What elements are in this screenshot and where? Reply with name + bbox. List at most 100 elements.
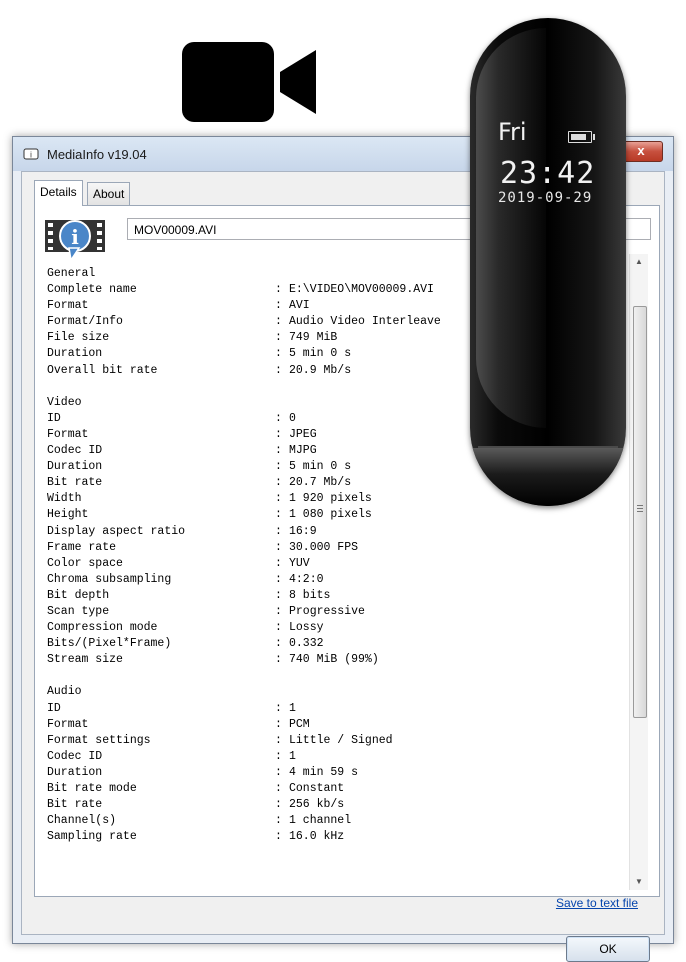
device-time-label: 23:42: [500, 156, 596, 191]
svg-text:i: i: [30, 151, 32, 160]
report-value: 740 MiB (99%): [289, 653, 379, 667]
report-row: Channel(s):1 channel: [47, 813, 619, 829]
report-value: 20.9 Mb/s: [289, 363, 352, 377]
report-separator: :: [275, 717, 282, 731]
report-value: 5 min 0 s: [289, 460, 352, 474]
scroll-down-arrow-icon[interactable]: ▼: [630, 874, 648, 890]
report-separator: :: [275, 782, 282, 795]
window-title: MediaInfo v19.04: [47, 147, 147, 162]
report-row: Frame rate:30.000 FPS: [47, 540, 619, 556]
report-key: Sampling rate: [47, 830, 137, 844]
report-row: Format settings: Little / Signed: [47, 733, 619, 749]
report-key: Overall bit rate: [47, 363, 158, 377]
report-separator: :: [275, 476, 282, 490]
report-value: 4:2:0: [289, 572, 324, 586]
report-value: MJPG: [289, 444, 317, 458]
report-key: Compression mode: [47, 621, 158, 635]
report-separator: :: [275, 798, 282, 812]
report-key: Bit rate: [47, 798, 103, 812]
report-separator: :: [275, 701, 282, 715]
report-separator: :: [275, 765, 282, 779]
report-row: ID:1: [47, 701, 619, 717]
vertical-scrollbar[interactable]: ▲ ▼: [629, 254, 648, 890]
report-key: Complete name: [47, 283, 137, 297]
voice-recorder-device: Fri 23:42 2019-09-29: [470, 18, 626, 506]
report-key: Duration: [47, 460, 103, 474]
report-separator: :: [275, 508, 282, 522]
report-value: 30.000 FPS: [289, 540, 359, 554]
report-value: 749 MiB: [289, 331, 338, 345]
report-separator: :: [275, 621, 282, 635]
report-value: JPEG: [289, 427, 317, 441]
report-key: Width: [47, 492, 82, 506]
report-key: Height: [47, 508, 89, 522]
report-key: Stream size: [47, 653, 123, 667]
report-key: Frame rate: [47, 540, 117, 554]
device-date-label: 2019-09-29: [498, 190, 593, 206]
report-key: Bits/(Pixel*Frame): [47, 637, 172, 651]
report-row: Color space: YUV: [47, 556, 619, 572]
report-separator: :: [275, 653, 282, 667]
report-key: Format/Info: [47, 315, 123, 329]
report-row: Bit rate mode: Constant: [47, 781, 619, 797]
report-row: Chroma subsampling:4:2:0: [47, 572, 619, 588]
section-heading-audio: Audio: [47, 685, 82, 699]
scroll-up-arrow-icon[interactable]: ▲: [630, 254, 648, 270]
report-key: Bit rate: [47, 476, 103, 490]
report-separator: :: [275, 331, 282, 345]
report-key: Display aspect ratio: [47, 524, 186, 538]
report-separator: :: [275, 830, 282, 844]
report-key: Format settings: [47, 733, 151, 747]
report-separator: :: [275, 637, 282, 651]
report-key: ID: [47, 701, 61, 715]
device-day-label: Fri: [498, 118, 527, 146]
report-separator: :: [275, 427, 282, 441]
report-row: Height:1 080 pixels: [47, 507, 619, 523]
report-value: 1: [289, 701, 296, 715]
report-row: Codec ID:1: [47, 749, 619, 765]
report-row: Duration:4 min 59 s: [47, 765, 619, 781]
svg-text:i: i: [71, 225, 79, 249]
battery-icon: [568, 131, 595, 143]
report-value: Audio Video Interleave: [289, 315, 441, 329]
report-value: PCM: [289, 717, 310, 731]
report-value: 1 channel: [289, 814, 352, 828]
report-value: 20.7 Mb/s: [289, 476, 352, 490]
save-to-text-file-link[interactable]: Save to text file: [556, 896, 638, 910]
report-value: 5 min 0 s: [289, 347, 352, 361]
mediainfo-app-icon: i: [23, 148, 39, 160]
report-separator: :: [275, 588, 282, 602]
mediainfo-logo-icon: i: [45, 220, 105, 262]
report-separator: :: [275, 411, 282, 425]
tab-about[interactable]: About: [87, 182, 131, 205]
report-separator: :: [275, 749, 282, 763]
ok-button[interactable]: OK: [566, 936, 650, 962]
report-value: 16:9: [289, 524, 317, 538]
report-key: Channel(s): [47, 814, 117, 828]
report-key: Bit rate mode: [47, 782, 137, 795]
report-value: E:\VIDEO\MOV00009.AVI: [289, 283, 434, 297]
report-value: Little / Signed: [289, 733, 393, 747]
report-key: Format: [47, 299, 89, 313]
report-row: Bit rate:256 kb/s: [47, 797, 619, 813]
report-separator: :: [275, 492, 282, 506]
report-key: Format: [47, 717, 89, 731]
report-key: Format: [47, 427, 89, 441]
report-value: 4 min 59 s: [289, 765, 359, 779]
report-separator: :: [275, 556, 282, 570]
report-separator: :: [275, 540, 282, 554]
report-separator: :: [275, 315, 282, 329]
report-value: 16.0 kHz: [289, 830, 345, 844]
report-row: Bits/(Pixel*Frame):0.332: [47, 636, 619, 652]
report-row: Display aspect ratio:16:9: [47, 524, 619, 540]
report-key: Chroma subsampling: [47, 572, 172, 586]
tab-details[interactable]: Details: [34, 180, 83, 206]
report-separator: :: [275, 604, 282, 618]
scrollbar-thumb[interactable]: [633, 306, 647, 718]
report-value: 1 080 pixels: [289, 508, 372, 522]
report-value: 0: [289, 411, 296, 425]
report-key: Duration: [47, 347, 103, 361]
report-separator: :: [275, 444, 282, 458]
report-row: Scan type: Progressive: [47, 604, 619, 620]
